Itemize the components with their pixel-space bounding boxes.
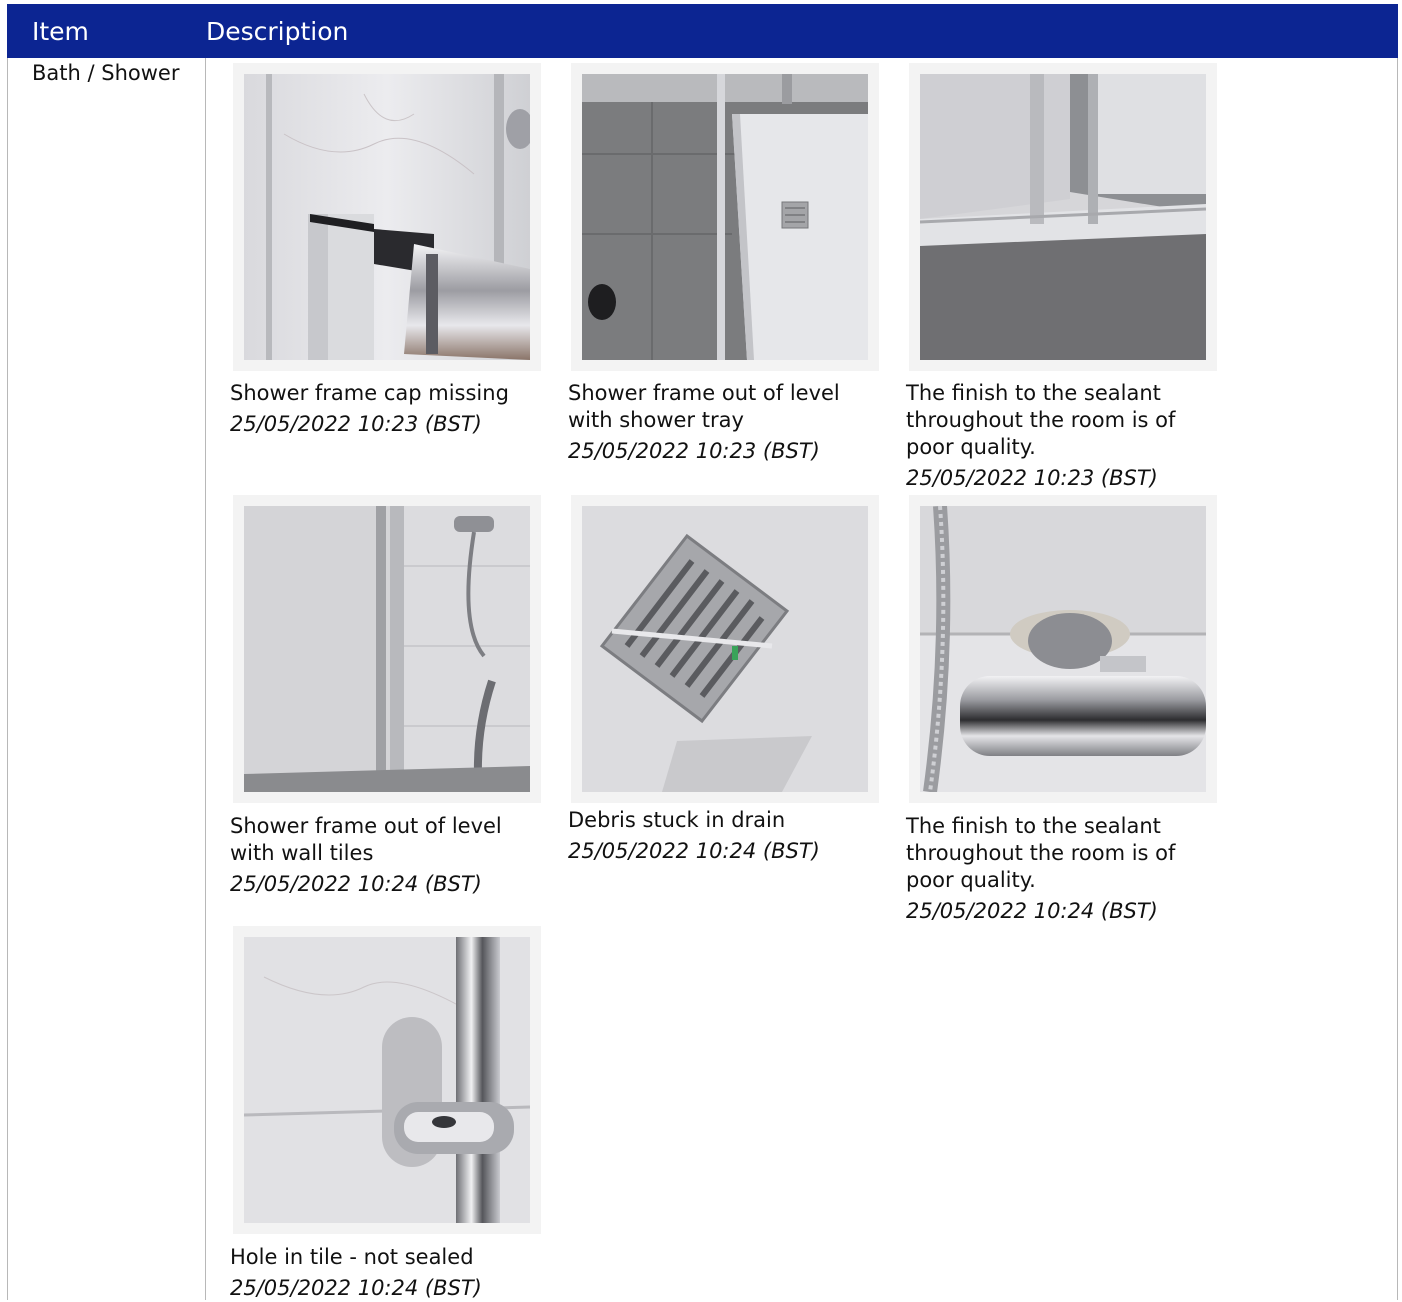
- table-header: Item Description: [7, 4, 1398, 58]
- photo-timestamp: 25/05/2022 10:24 (BST): [568, 839, 820, 863]
- photo-description: Shower frame out of level with wall tile…: [230, 814, 502, 865]
- photo-description: Shower frame out of level with shower tr…: [568, 381, 840, 432]
- photo-3[interactable]: [909, 63, 1217, 371]
- riser-rail-bracket-image: [244, 937, 530, 1223]
- photo-7-caption: Hole in tile - not sealed 25/05/2022 10:…: [230, 1244, 530, 1302]
- photo-4-caption: Shower frame out of level with wall tile…: [230, 813, 530, 898]
- photo-1[interactable]: [233, 63, 541, 371]
- drain-cover-image: [582, 506, 868, 792]
- table-border-left: [7, 58, 8, 1300]
- photo-5-caption: Debris stuck in drain 25/05/2022 10:24 (…: [568, 807, 868, 865]
- table-border-right: [1397, 58, 1398, 1300]
- photo-description: Shower frame cap missing: [230, 381, 509, 405]
- photo-description: Debris stuck in drain: [568, 808, 786, 832]
- photo-2[interactable]: [571, 63, 879, 371]
- photo-description: The finish to the sealant throughout the…: [906, 814, 1176, 892]
- header-description: Description: [206, 17, 349, 46]
- column-divider: [205, 58, 206, 1300]
- photo-timestamp: 25/05/2022 10:24 (BST): [230, 1276, 482, 1300]
- photo-timestamp: 25/05/2022 10:24 (BST): [230, 872, 482, 896]
- shower-frame-cap-image: [244, 74, 530, 360]
- photo-timestamp: 25/05/2022 10:23 (BST): [906, 466, 1158, 490]
- photo-description: Hole in tile - not sealed: [230, 1245, 474, 1269]
- shower-frame-wall-image: [244, 506, 530, 792]
- sealant-corner-image: [920, 74, 1206, 360]
- photo-6-caption: The finish to the sealant throughout the…: [906, 813, 1206, 925]
- inspection-report-page: Item Description Bath / Shower Shower fr…: [0, 0, 1402, 1300]
- photo-3-caption: The finish to the sealant throughout the…: [906, 380, 1206, 492]
- photo-4[interactable]: [233, 495, 541, 803]
- shower-valve-image: [920, 506, 1206, 792]
- photo-6[interactable]: [909, 495, 1217, 803]
- photo-7[interactable]: [233, 926, 541, 1234]
- photo-1-caption: Shower frame cap missing 25/05/2022 10:2…: [230, 380, 530, 438]
- photo-2-caption: Shower frame out of level with shower tr…: [568, 380, 868, 465]
- photo-timestamp: 25/05/2022 10:24 (BST): [906, 899, 1158, 923]
- photo-description: The finish to the sealant throughout the…: [906, 381, 1176, 459]
- row-item-label: Bath / Shower: [32, 61, 180, 85]
- photo-timestamp: 25/05/2022 10:23 (BST): [568, 439, 820, 463]
- shower-tray-image: [582, 74, 868, 360]
- header-item: Item: [32, 17, 89, 46]
- photo-5[interactable]: [571, 495, 879, 803]
- photo-timestamp: 25/05/2022 10:23 (BST): [230, 412, 482, 436]
